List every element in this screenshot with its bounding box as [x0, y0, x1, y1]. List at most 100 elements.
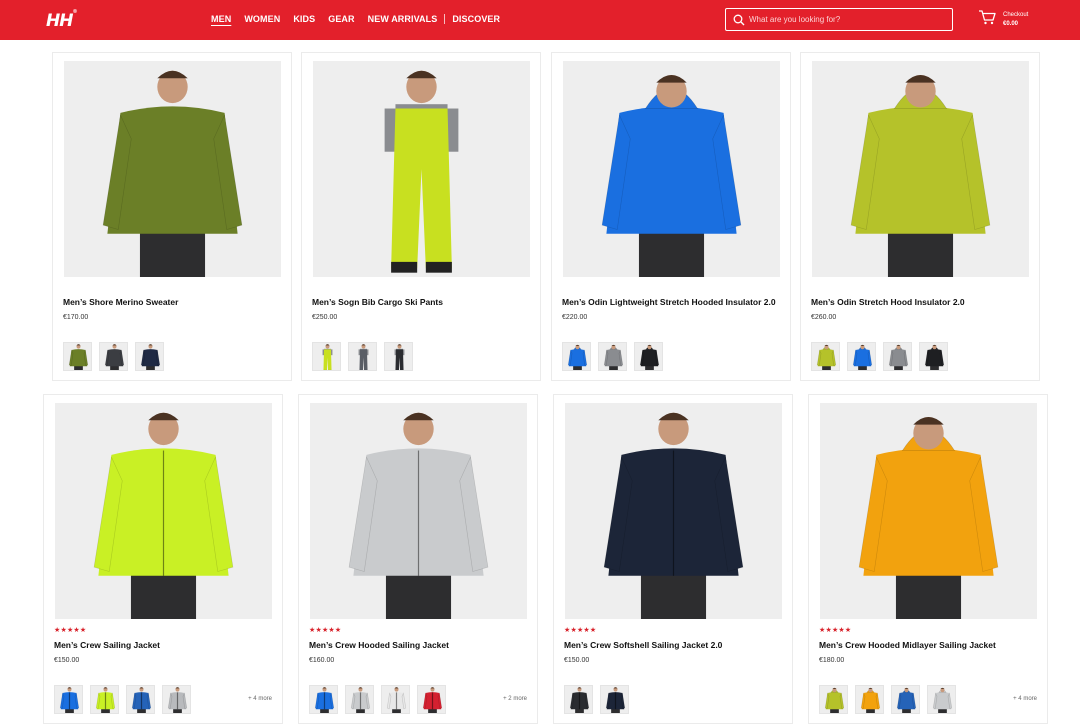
rating-stars: ★★★★★	[54, 627, 87, 634]
product-image[interactable]	[310, 403, 527, 619]
color-swatch[interactable]	[927, 685, 956, 714]
color-swatch[interactable]	[855, 685, 884, 714]
cart-icon	[978, 9, 996, 30]
product-image[interactable]	[55, 403, 272, 619]
nav-kids[interactable]: KIDS	[293, 14, 315, 24]
product-photo-figure	[322, 344, 333, 370]
product-photo-figure	[314, 687, 335, 713]
color-swatch[interactable]	[54, 685, 83, 714]
product-photo-figure	[603, 412, 744, 619]
product-image[interactable]	[563, 61, 780, 277]
product-name[interactable]: Men’s Crew Softshell Sailing Jacket 2.0	[564, 640, 722, 650]
product-price: €220.00	[562, 314, 588, 321]
search-input[interactable]	[749, 15, 945, 24]
color-swatch[interactable]	[345, 685, 374, 714]
product-photo-figure	[816, 344, 837, 370]
product-name[interactable]: Men’s Shore Merino Sweater	[63, 297, 178, 307]
more-colors-link[interactable]: + 2 more	[503, 696, 527, 702]
color-swatch[interactable]	[811, 342, 840, 371]
product-card[interactable]: ★★★★★ Men’s Crew Softshell Sailing Jacket…	[553, 394, 793, 724]
more-colors-link[interactable]: + 4 more	[248, 696, 272, 702]
color-swatches	[564, 685, 636, 714]
product-photo-figure	[852, 344, 873, 370]
product-name[interactable]: Men’s Odin Lightweight Stretch Hooded In…	[562, 297, 776, 307]
product-price: €160.00	[309, 657, 335, 664]
product-card[interactable]: Men’s Odin Stretch Hood Insulator 2.0 €26…	[800, 52, 1040, 381]
product-image[interactable]	[565, 403, 782, 619]
checkout-cart[interactable]: Checkout €0.00	[978, 9, 1028, 30]
color-swatch[interactable]	[126, 685, 155, 714]
color-swatch[interactable]	[891, 685, 920, 714]
product-card[interactable]: Men’s Shore Merino Sweater €170.00	[52, 52, 292, 381]
cart-summary: Checkout €0.00	[1003, 11, 1028, 29]
color-swatch[interactable]	[562, 342, 591, 371]
color-swatch[interactable]	[63, 342, 92, 371]
product-price: €260.00	[811, 314, 837, 321]
product-name[interactable]: Men’s Crew Hooded Sailing Jacket	[309, 640, 449, 650]
color-swatch[interactable]	[919, 342, 948, 371]
color-swatch[interactable]	[348, 342, 377, 371]
product-photo-figure	[68, 344, 89, 370]
rating-stars: ★★★★★	[564, 627, 597, 634]
product-image[interactable]	[812, 61, 1029, 277]
product-photo-figure	[140, 344, 161, 370]
product-photo-figure	[102, 70, 243, 277]
search-icon[interactable]	[729, 9, 749, 30]
color-swatch[interactable]	[90, 685, 119, 714]
product-name[interactable]: Men’s Crew Sailing Jacket	[54, 640, 160, 650]
color-swatch[interactable]	[564, 685, 593, 714]
product-photo-figure	[93, 412, 234, 619]
color-swatches	[312, 342, 420, 371]
color-swatch[interactable]	[162, 685, 191, 714]
color-swatch[interactable]	[819, 685, 848, 714]
color-swatch[interactable]	[309, 685, 338, 714]
brand-logo[interactable]: HH®	[46, 9, 77, 31]
color-swatch[interactable]	[135, 342, 164, 371]
more-colors-link[interactable]: + 4 more	[1013, 696, 1037, 702]
color-swatch[interactable]	[883, 342, 912, 371]
product-photo-figure	[59, 687, 80, 713]
product-card[interactable]: ★★★★★ Men’s Crew Hooded Midlayer Sailing …	[808, 394, 1048, 724]
color-swatch[interactable]	[312, 342, 341, 371]
nav-discover[interactable]: DISCOVER	[452, 14, 500, 24]
product-card[interactable]: Men’s Odin Lightweight Stretch Hooded In…	[551, 52, 791, 381]
product-photo-figure	[350, 687, 371, 713]
color-swatch[interactable]	[99, 342, 128, 371]
product-photo-figure	[167, 687, 188, 713]
color-swatch[interactable]	[384, 342, 413, 371]
color-swatches	[811, 342, 955, 371]
product-name[interactable]: Men’s Crew Hooded Midlayer Sailing Jacke…	[819, 640, 996, 650]
product-name[interactable]: Men’s Sogn Bib Cargo Ski Pants	[312, 297, 443, 307]
color-swatch[interactable]	[417, 685, 446, 714]
color-swatch[interactable]	[847, 342, 876, 371]
color-swatches	[819, 685, 963, 714]
color-swatch[interactable]	[598, 342, 627, 371]
product-photo-figure	[605, 687, 626, 713]
product-image[interactable]	[820, 403, 1037, 619]
nav-gear[interactable]: GEAR	[328, 14, 354, 24]
product-price: €250.00	[312, 314, 338, 321]
product-price: €150.00	[54, 657, 80, 664]
product-photo-figure	[358, 344, 369, 370]
product-name[interactable]: Men’s Odin Stretch Hood Insulator 2.0	[811, 297, 965, 307]
product-price: €150.00	[564, 657, 590, 664]
nav-men[interactable]: MEN	[211, 14, 231, 24]
product-card[interactable]: ★★★★★ Men’s Crew Hooded Sailing Jacket €16…	[298, 394, 538, 724]
product-card[interactable]: ★★★★★ Men’s Crew Sailing Jacket €150.00	[43, 394, 283, 724]
nav-women[interactable]: WOMEN	[244, 14, 280, 24]
nav-divider	[444, 14, 446, 24]
product-photo-figure	[348, 412, 489, 619]
product-image[interactable]	[313, 61, 530, 277]
product-photo-figure	[824, 687, 845, 713]
product-photo-figure	[932, 687, 953, 713]
product-photo-figure	[104, 344, 125, 370]
product-photo-figure	[601, 75, 742, 277]
color-swatch[interactable]	[600, 685, 629, 714]
color-swatch[interactable]	[381, 685, 410, 714]
product-card[interactable]: Men’s Sogn Bib Cargo Ski Pants €250.00	[301, 52, 541, 381]
nav-new-arrivals[interactable]: NEW ARRIVALS	[368, 14, 438, 24]
product-photo-figure	[131, 687, 152, 713]
color-swatch[interactable]	[634, 342, 663, 371]
product-image[interactable]	[64, 61, 281, 277]
rating-stars: ★★★★★	[819, 627, 852, 634]
